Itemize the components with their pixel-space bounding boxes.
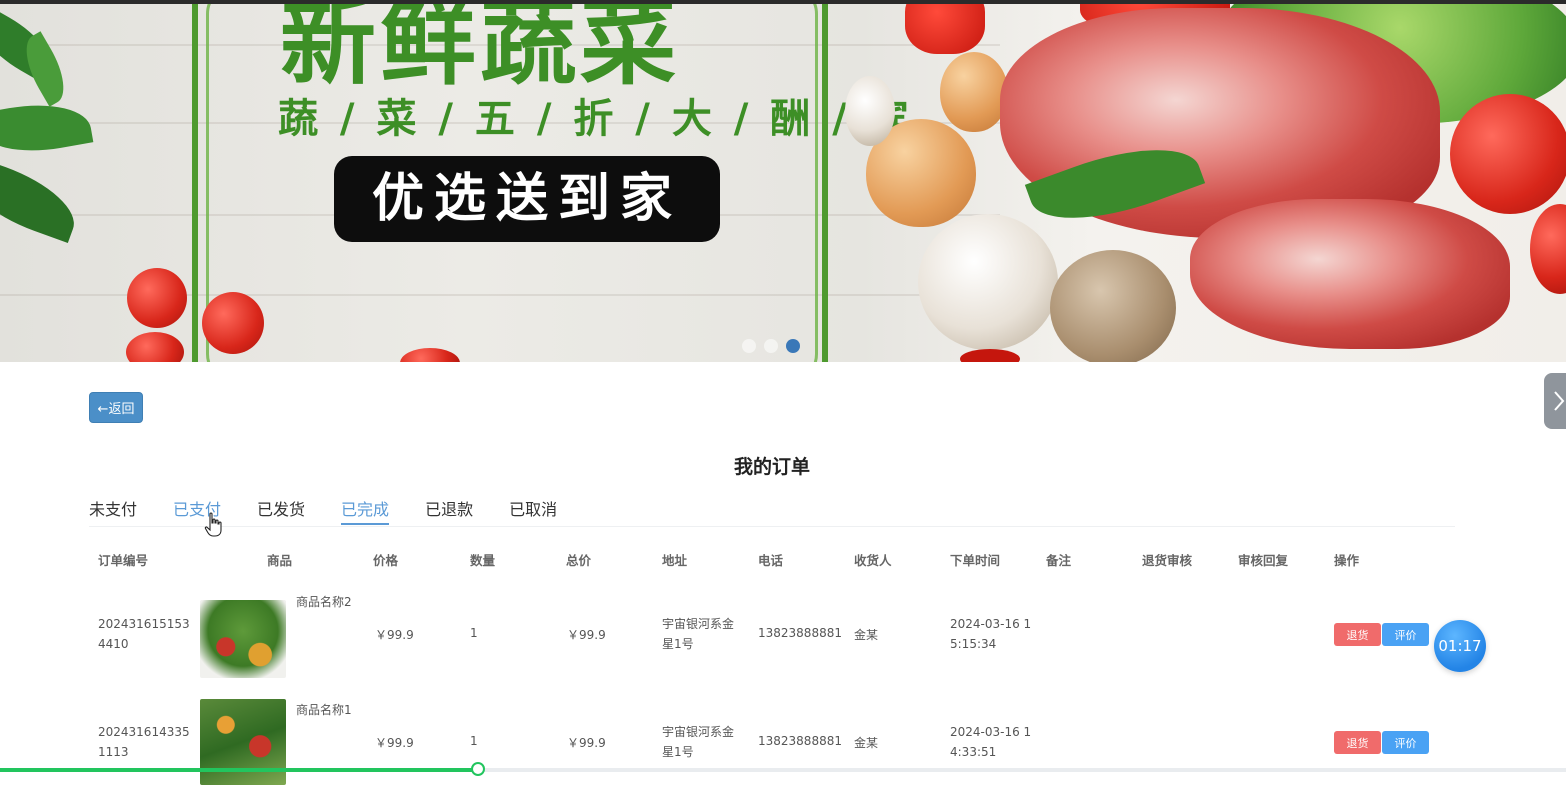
tomato-image	[1450, 94, 1566, 214]
address: 宇宙银河系金 星1号	[662, 725, 735, 759]
return-button[interactable]: 退货	[1334, 623, 1381, 646]
timer-label: 01:17	[1438, 637, 1482, 655]
tomato-image	[1530, 204, 1566, 294]
quantity: 1	[470, 626, 478, 640]
quantity: 1	[470, 734, 478, 748]
col-receiver: 收货人	[854, 553, 892, 568]
progress-handle[interactable]	[470, 762, 485, 776]
product-name[interactable]: 商品名称1	[296, 701, 352, 718]
timer-badge[interactable]: 01:17	[1434, 620, 1486, 672]
product-thumbnail[interactable]	[200, 600, 286, 678]
table-header: 订单编号 商品 价格 数量 总价 地址 电话 收货人 下单时间 备注 退货审核 …	[0, 550, 1566, 570]
price: ￥99.9	[375, 736, 414, 750]
table-row: 202431614335 1113 商品名称1 ￥99.9 1 ￥99.9 宇宙银…	[0, 698, 1566, 798]
product-name[interactable]: 商品名称2	[296, 593, 352, 610]
col-order-no: 订单编号	[98, 553, 149, 568]
order-time: 2024-03-16 1 5:15:34	[950, 617, 1032, 651]
review-button[interactable]: 评价	[1382, 731, 1429, 754]
col-address: 地址	[662, 553, 688, 568]
page-title: 我的订单	[733, 456, 810, 478]
tomato-image	[202, 292, 264, 354]
col-qty: 数量	[470, 553, 496, 568]
carousel-dot-active[interactable]	[786, 339, 800, 353]
order-number: 202431614335 1113	[98, 725, 190, 759]
chili-image	[960, 349, 1020, 362]
review-button[interactable]: 评价	[1382, 623, 1429, 646]
tomato-image	[127, 268, 187, 328]
col-order-time: 下单时间	[950, 553, 1001, 568]
phone: 13823888881	[758, 734, 842, 748]
table-row: 202431615153 4410 商品名称2 ￥99.9 1 ￥99.9 宇宙银…	[0, 590, 1566, 690]
tab-completed[interactable]: 已完成	[341, 498, 390, 525]
mushroom-image	[1050, 250, 1176, 362]
tab-refunded[interactable]: 已退款	[425, 498, 473, 525]
progress-bar[interactable]	[0, 762, 1566, 776]
carousel-dots	[742, 339, 800, 353]
hand-cursor-icon	[204, 512, 222, 537]
promo-banner[interactable]: 新鲜蔬菜 蔬 / 菜 / 五 / 折 / 大 / 酬 / 宾 优选送到家	[0, 4, 1566, 362]
product-thumbnail[interactable]	[200, 699, 286, 785]
egg-image	[940, 52, 1008, 132]
garlic-image	[845, 76, 895, 146]
col-price: 价格	[373, 553, 399, 568]
col-actions: 操作	[1334, 553, 1360, 568]
tab-shipped[interactable]: 已发货	[257, 498, 305, 525]
back-button-label: ←返回	[97, 402, 135, 417]
total-price: ￥99.9	[567, 736, 606, 750]
drawer-toggle[interactable]	[1544, 373, 1566, 429]
order-time: 2024-03-16 1 4:33:51	[950, 725, 1032, 759]
tab-unpaid[interactable]: 未支付	[89, 498, 137, 525]
leaf-image	[0, 154, 85, 244]
col-total: 总价	[566, 553, 592, 568]
tomato-image	[126, 332, 184, 362]
total-price: ￥99.9	[567, 628, 606, 642]
col-remark: 备注	[1046, 553, 1072, 568]
back-button[interactable]: ←返回	[89, 392, 143, 423]
tab-cancelled[interactable]: 已取消	[509, 498, 557, 525]
col-product: 商品	[267, 553, 293, 568]
receiver: 金某	[854, 736, 879, 750]
col-review-reply: 审核回复	[1238, 553, 1289, 568]
return-button[interactable]: 退货	[1334, 731, 1381, 754]
banner-badge: 优选送到家	[334, 156, 720, 242]
order-number: 202431615153 4410	[98, 617, 190, 651]
price: ￥99.9	[375, 628, 414, 642]
mushroom-image	[918, 214, 1058, 350]
receiver: 金某	[854, 628, 879, 642]
leaf-image	[0, 94, 94, 162]
banner-subtitle: 蔬 / 菜 / 五 / 折 / 大 / 酬 / 宾	[278, 96, 913, 142]
chevron-right-icon	[1554, 391, 1565, 411]
order-status-tabs: 未支付 已支付 已发货 已完成 已退款 已取消	[89, 498, 1455, 527]
progress-fill	[0, 768, 478, 772]
carousel-dot[interactable]	[742, 339, 756, 353]
pepper-image	[905, 4, 985, 54]
address: 宇宙银河系金 星1号	[662, 617, 735, 651]
col-phone: 电话	[758, 553, 784, 568]
meat-image	[1190, 199, 1510, 349]
carousel-dot[interactable]	[764, 339, 778, 353]
col-return-review: 退货审核	[1142, 553, 1193, 568]
phone: 13823888881	[758, 626, 842, 640]
